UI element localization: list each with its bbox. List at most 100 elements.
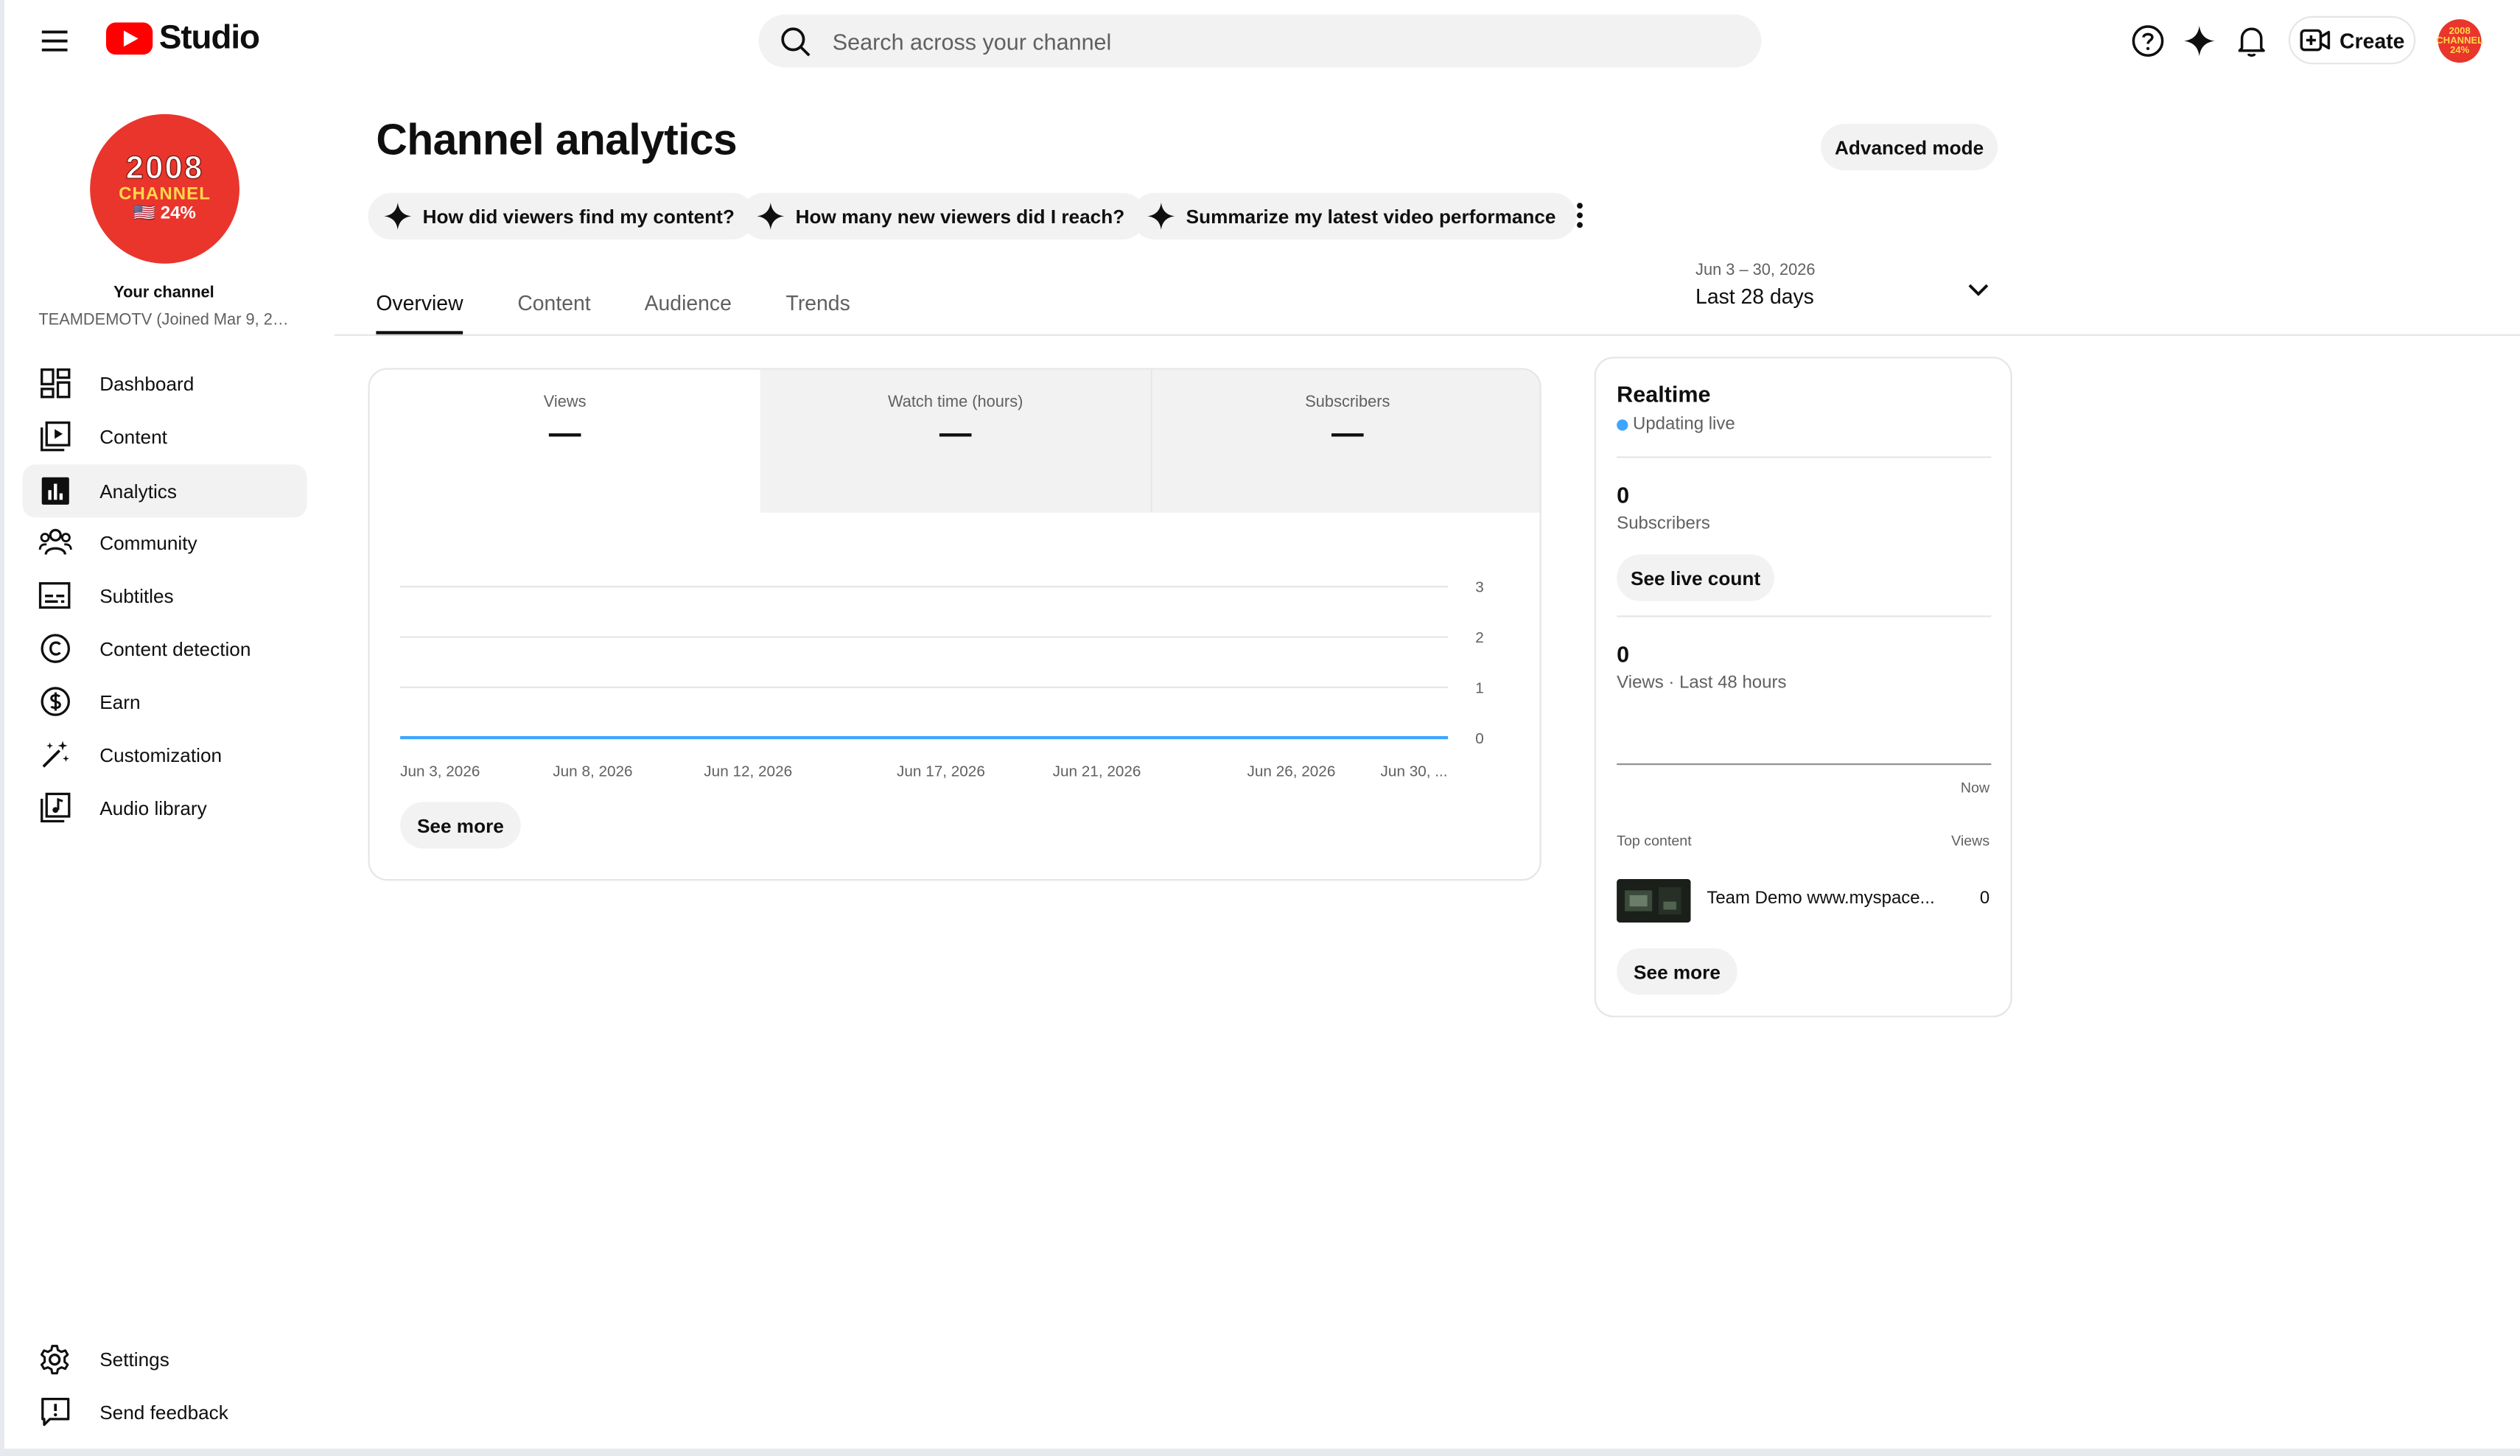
notifications-button[interactable]	[2234, 23, 2269, 58]
channel-avatar-line3: 🇺🇸 24%	[133, 203, 196, 224]
gear-icon	[37, 1341, 72, 1376]
realtime-see-more-button[interactable]: See more	[1617, 948, 1737, 995]
sidebar-item-label: Content detection	[99, 637, 251, 660]
tab-overview[interactable]: Overview	[376, 291, 463, 315]
realtime-card: Realtime Updating live 0 Subscribers See…	[1594, 357, 2012, 1018]
sparkle-icon	[1147, 202, 1175, 230]
sparkle-icon	[2183, 24, 2214, 56]
realtime-views-label: Views · Last 48 hours	[1617, 673, 1787, 693]
top-video-views: 0	[1979, 889, 1990, 909]
sparkle-icon	[757, 202, 785, 230]
advanced-mode-button[interactable]: Advanced mode	[1821, 123, 1998, 171]
see-live-count-button[interactable]: See live count	[1617, 554, 1774, 601]
video-thumbnail[interactable]	[1617, 879, 1691, 923]
date-picker-button[interactable]	[1962, 273, 1995, 306]
metric-tab-subscribers[interactable]: Subscribers —	[1152, 369, 1540, 513]
metric-label: Subscribers	[1305, 393, 1390, 412]
tab-audience[interactable]: Audience	[645, 291, 732, 315]
sidebar-item-settings[interactable]: Settings	[23, 1332, 307, 1385]
sidebar-item-label: Customization	[99, 743, 223, 766]
x-tick-label: Jun 17, 2026	[897, 763, 985, 780]
suggestion-chip-summarize[interactable]: Summarize my latest video performance	[1131, 192, 1577, 239]
realtime-title: Realtime	[1617, 380, 1711, 407]
community-icon	[37, 525, 72, 560]
x-tick-label: Jun 21, 2026	[1053, 763, 1141, 780]
realtime-subscribers-label: Subscribers	[1617, 514, 1710, 534]
create-button[interactable]: Create	[2288, 15, 2416, 65]
menu-button[interactable]	[32, 18, 77, 63]
x-tick-label: Jun 3, 2026	[400, 763, 480, 780]
views-chart: 3 2 1 0 Jun 3, 2026 Jun 8, 2026 Jun 12, 2026 Ju…	[400, 579, 1484, 780]
sidebar-item-community[interactable]: Community	[23, 516, 307, 569]
studio-logo[interactable]: Studio	[105, 19, 260, 57]
sidebar-item-label: Send feedback	[99, 1400, 228, 1424]
channel-name: TEAMDEMOTV (Joined Mar 9, 200...	[38, 312, 296, 330]
suggestion-chip-new-viewers[interactable]: How many new viewers did I reach?	[741, 192, 1146, 239]
views-column-header: Views	[1951, 832, 1990, 849]
channel-avatar[interactable]: 2008 CHANNEL 🇺🇸 24%	[90, 113, 239, 264]
sidebar-item-label: Audio library	[99, 796, 207, 819]
metric-label: Views	[543, 393, 587, 412]
metric-tab-watch-time[interactable]: Watch time (hours) —	[760, 369, 1151, 513]
account-avatar[interactable]: 2008 CHANNEL 24%	[2436, 19, 2484, 63]
metric-value: —	[1331, 416, 1364, 452]
magic-wand-icon	[37, 737, 72, 772]
realtime-chart-baseline	[1617, 763, 1992, 766]
divider	[1617, 456, 1992, 458]
sidebar-item-customization[interactable]: Customization	[23, 728, 307, 781]
y-tick-label: 1	[1475, 679, 1484, 696]
app-root: Studio Create 2008 CHANNEL 24% 2008 CHAN…	[0, 0, 2520, 1456]
chevron-down-icon	[1968, 283, 1989, 295]
more-vert-icon	[1577, 203, 1583, 228]
date-range[interactable]: Jun 3 – 30, 2026	[1695, 262, 1816, 280]
search-input[interactable]	[832, 28, 1701, 55]
content-icon	[37, 419, 72, 454]
see-more-button[interactable]: See more	[400, 802, 521, 849]
chip-label: Summarize my latest video performance	[1186, 205, 1556, 228]
realtime-subscribers-value: 0	[1617, 482, 1630, 508]
x-tick-label: Jun 8, 2026	[553, 763, 632, 780]
sidebar-item-content[interactable]: Content	[23, 410, 307, 463]
top-video-title[interactable]: Team Demo www.myspace...	[1707, 889, 1947, 908]
ai-assistant-button[interactable]	[2181, 23, 2216, 58]
metric-tab-views[interactable]: Views —	[370, 370, 760, 513]
sidebar-item-subtitles[interactable]: Subtitles	[23, 569, 307, 622]
date-period[interactable]: Last 28 days	[1695, 284, 1814, 309]
sidebar-item-dashboard[interactable]: Dashboard	[23, 357, 307, 410]
search-bar[interactable]	[758, 14, 1762, 68]
dashboard-icon	[37, 365, 72, 401]
audio-library-icon	[37, 790, 72, 825]
sidebar-item-label: Dashboard	[99, 371, 195, 395]
realtime-now-label: Now	[1960, 779, 1990, 796]
metric-value: —	[939, 416, 972, 452]
x-tick-label: Jun 30, ...	[1381, 763, 1448, 780]
hamburger-icon	[41, 29, 68, 51]
sidebar-item-audio-library[interactable]: Audio library	[23, 781, 307, 834]
copyright-icon	[37, 631, 72, 666]
tab-trends[interactable]: Trends	[786, 291, 850, 315]
overview-card: Views — Watch time (hours) — Subscribers…	[368, 368, 1541, 881]
divider	[1617, 615, 1992, 617]
subtitles-icon	[37, 578, 72, 613]
sidebar-item-send-feedback[interactable]: Send feedback	[23, 1385, 307, 1438]
account-avatar-text: 2008 CHANNEL 24%	[2436, 26, 2484, 56]
top-content-header: Top content	[1617, 832, 1692, 849]
y-tick-label: 2	[1475, 629, 1484, 646]
search-icon	[780, 25, 812, 57]
sidebar-item-label: Subtitles	[99, 584, 174, 607]
suggestion-chip-traffic[interactable]: How did viewers find my content?	[368, 192, 756, 239]
help-button[interactable]	[2129, 23, 2165, 58]
live-status: Updating live	[1617, 415, 1735, 434]
feedback-icon	[37, 1394, 72, 1429]
create-label: Create	[2339, 28, 2405, 52]
y-tick-label: 3	[1475, 579, 1484, 596]
sidebar-item-label: Analytics	[99, 480, 177, 503]
sparkle-icon	[384, 202, 412, 230]
more-options-button[interactable]	[1562, 196, 1597, 234]
sidebar-item-analytics[interactable]: Analytics	[22, 464, 307, 518]
tab-content[interactable]: Content	[517, 291, 590, 315]
sidebar-item-content-detection[interactable]: Content detection	[23, 622, 307, 675]
sidebar-item-label: Content	[99, 424, 167, 448]
sidebar-item-earn[interactable]: Earn	[23, 675, 307, 728]
y-tick-label: 0	[1475, 730, 1484, 747]
